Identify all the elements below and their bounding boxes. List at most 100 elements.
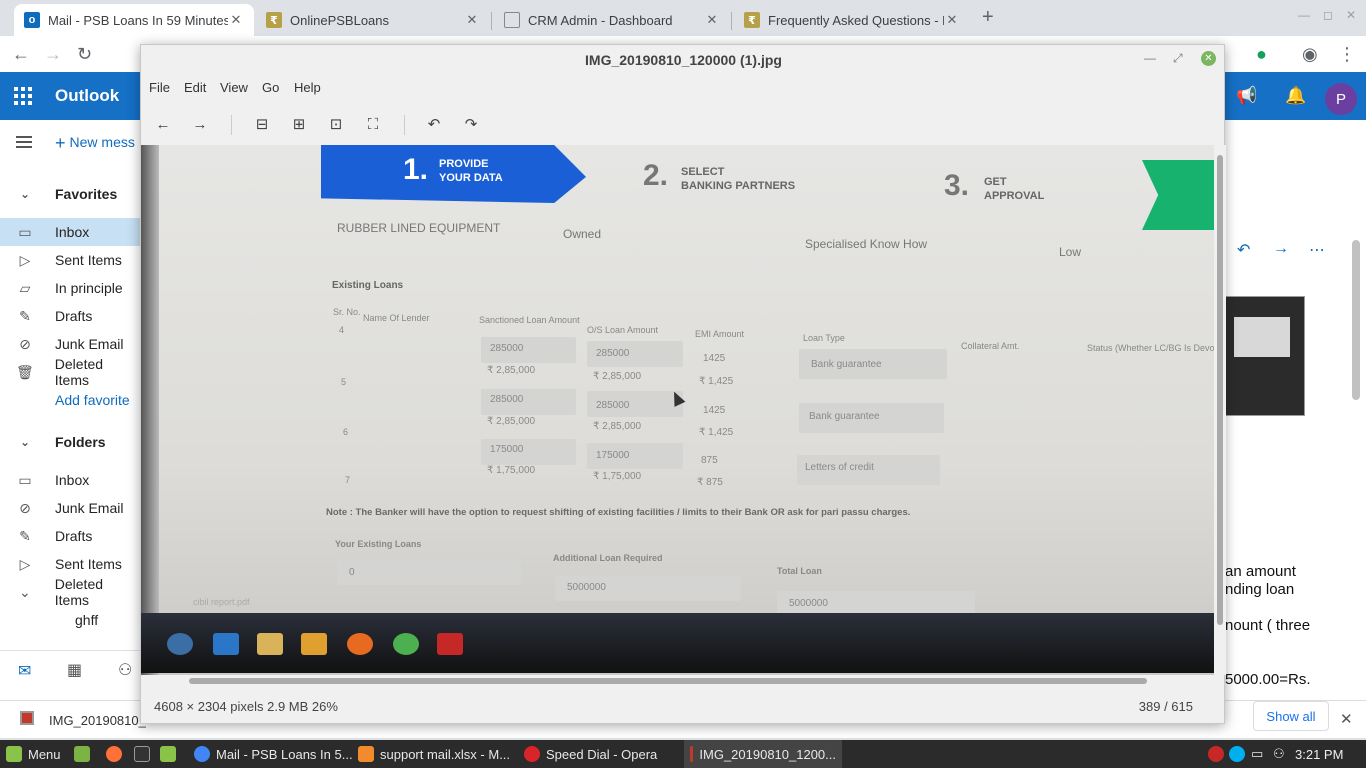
folder-item-junk[interactable]: ⊘ Junk Email	[0, 494, 140, 522]
task-label: support mail.xlsx - M...	[380, 746, 511, 762]
task-image-viewer[interactable]: IMG_20190810_1200...	[684, 740, 842, 768]
firefox-launcher-icon[interactable]	[106, 740, 128, 768]
close-icon[interactable]: ✕	[704, 12, 720, 28]
os-formatted: ₹ 1,75,000	[593, 471, 642, 482]
horizontal-scrollbar[interactable]	[141, 675, 1214, 687]
user-icon[interactable]: ⚇	[1273, 740, 1285, 768]
actual-size-icon[interactable]: ⊡	[325, 113, 347, 135]
favorite-item-drafts[interactable]: ✎ Drafts	[0, 302, 140, 330]
maximize-icon[interactable]: ⤢	[1173, 51, 1183, 66]
zoom-out-icon[interactable]: ⊟	[251, 113, 273, 135]
megaphone-icon[interactable]: 📢	[1236, 86, 1257, 106]
people-icon[interactable]: ⚇	[118, 660, 132, 680]
ie-icon	[213, 633, 239, 655]
task-opera[interactable]: Speed Dial - Opera	[518, 740, 663, 768]
folder-item-inbox[interactable]: ▭ Inbox	[0, 466, 140, 494]
mail-icon[interactable]: ✉	[18, 661, 31, 681]
minimize-icon[interactable]: —	[1298, 8, 1310, 22]
folder-item-drafts[interactable]: ✎ Drafts	[0, 522, 140, 550]
hamburger-icon[interactable]	[16, 136, 32, 151]
folder-item-sent[interactable]: ▷ Sent Items	[0, 550, 140, 578]
block-icon: ⊘	[19, 499, 31, 516]
close-icon[interactable]: ✕	[944, 12, 960, 28]
minimize-icon[interactable]: —	[1144, 51, 1156, 65]
reply-all-icon[interactable]: ↶	[1237, 240, 1250, 260]
next-image-icon[interactable]: →	[189, 113, 211, 135]
forward-icon[interactable]: →	[44, 44, 62, 65]
pdf-download-name: cibil report.pdf	[193, 597, 250, 607]
task-label: Mail - PSB Loans In 5...	[216, 746, 353, 762]
vertical-scrollbar[interactable]	[1214, 145, 1226, 675]
more-menu-icon[interactable]: ⋮	[1338, 44, 1356, 65]
terminal-launcher-icon[interactable]	[134, 740, 156, 768]
zoom-in-icon[interactable]: ⊞	[288, 113, 310, 135]
subfolder-ghff[interactable]: ghff	[75, 612, 98, 628]
add-favorite-link[interactable]: Add favorite	[55, 392, 130, 408]
col-header: O/S Loan Amount	[587, 325, 659, 335]
tab-crm-admin[interactable]: CRM Admin - Dashboard ✕	[494, 4, 730, 36]
favorites-header[interactable]: ⌄ Favorites	[0, 186, 117, 202]
rotate-right-icon[interactable]: ↷	[460, 113, 482, 135]
favorite-item-junk[interactable]: ⊘ Junk Email	[0, 330, 140, 358]
message-text-line: 5000.00=Rs.	[1225, 671, 1311, 688]
close-window-icon[interactable]: ✕	[1346, 8, 1356, 22]
favorite-item-in-principle[interactable]: ▱ In principle	[0, 274, 140, 302]
clock: 3:21 PM	[1295, 747, 1344, 762]
start-menu-button[interactable]: Menu	[6, 740, 61, 768]
rotate-left-icon[interactable]: ↶	[423, 113, 445, 135]
more-actions-icon[interactable]: ⋯	[1309, 240, 1325, 260]
image-canvas[interactable]: 1. PROVIDE YOUR DATA 2. SELECT BANKING P…	[141, 145, 1214, 675]
task-label: IMG_20190810_1200...	[699, 746, 836, 762]
previous-image-icon[interactable]: ←	[152, 113, 174, 135]
favorite-item-deleted[interactable]: 🗑 Deleted Items	[0, 356, 140, 388]
forward-icon[interactable]: →	[1273, 240, 1289, 258]
download-filename[interactable]: IMG_20190810_	[49, 713, 146, 728]
bell-icon[interactable]: 🔔	[1285, 86, 1306, 106]
app-launcher-icon[interactable]	[14, 87, 32, 105]
folder-item-deleted[interactable]: ⌄ Deleted Items	[0, 576, 140, 608]
fit-window-icon[interactable]: ⛶	[362, 113, 384, 135]
menu-file[interactable]: File	[149, 80, 170, 95]
close-icon[interactable]: ✕	[464, 12, 480, 28]
reload-icon[interactable]: ↻	[77, 44, 92, 65]
grammarly-icon[interactable]: ●	[1256, 44, 1267, 65]
task-chrome-mail[interactable]: Mail - PSB Loans In 5...	[188, 740, 359, 768]
menu-edit[interactable]: Edit	[184, 80, 206, 95]
pencil-icon: ✎	[19, 527, 31, 544]
menu-help[interactable]: Help	[294, 80, 321, 95]
photo-content: 1. PROVIDE YOUR DATA 2. SELECT BANKING P…	[141, 145, 1214, 675]
favorite-item-inbox[interactable]: ▭ Inbox	[0, 218, 140, 246]
maximize-icon[interactable]: ◻	[1323, 8, 1333, 22]
attachment-thumbnail[interactable]	[1225, 296, 1305, 416]
folders-header[interactable]: ⌄ Folders	[0, 434, 106, 450]
close-downloads-icon[interactable]: ✕	[1340, 710, 1353, 728]
show-desktop-icon[interactable]	[74, 740, 96, 768]
display-icon[interactable]: ▭	[1251, 740, 1263, 768]
total-label: Total Loan	[777, 566, 822, 576]
menu-view[interactable]: View	[220, 80, 248, 95]
tab-onlinepsbloans[interactable]: ₹ OnlinePSBLoans ✕	[256, 4, 490, 36]
shield-icon[interactable]	[1208, 740, 1230, 768]
menu-go[interactable]: Go	[262, 80, 279, 95]
close-icon[interactable]: ✕	[1201, 51, 1216, 66]
your-existing-value: 0	[349, 567, 355, 578]
back-icon[interactable]: ←	[12, 44, 30, 65]
new-tab-icon[interactable]: +	[982, 6, 994, 29]
opera-icon	[524, 746, 540, 762]
calendar-icon[interactable]: ▦	[67, 660, 82, 680]
os-value: 285000	[596, 348, 630, 359]
spreadsheet-icon	[358, 746, 374, 762]
new-message-button[interactable]: + New mess	[55, 131, 135, 153]
close-icon[interactable]: ✕	[228, 12, 244, 28]
tab-mail[interactable]: o Mail - PSB Loans In 59 Minutes ✕	[14, 4, 254, 36]
favorite-item-sent[interactable]: ▷ Sent Items	[0, 246, 140, 274]
task-spreadsheet[interactable]: support mail.xlsx - M...	[352, 740, 516, 768]
reading-scrollbar[interactable]	[1352, 240, 1360, 400]
avatar[interactable]: P	[1325, 83, 1357, 115]
outlook-brand[interactable]: Outlook	[55, 86, 119, 106]
tab-faq[interactable]: ₹ Frequently Asked Questions - P ✕	[734, 4, 970, 36]
profile-icon[interactable]: ◉	[1302, 44, 1318, 65]
show-all-button[interactable]: Show all	[1253, 701, 1329, 731]
skype-icon[interactable]	[1229, 740, 1251, 768]
files-launcher-icon[interactable]	[160, 740, 182, 768]
